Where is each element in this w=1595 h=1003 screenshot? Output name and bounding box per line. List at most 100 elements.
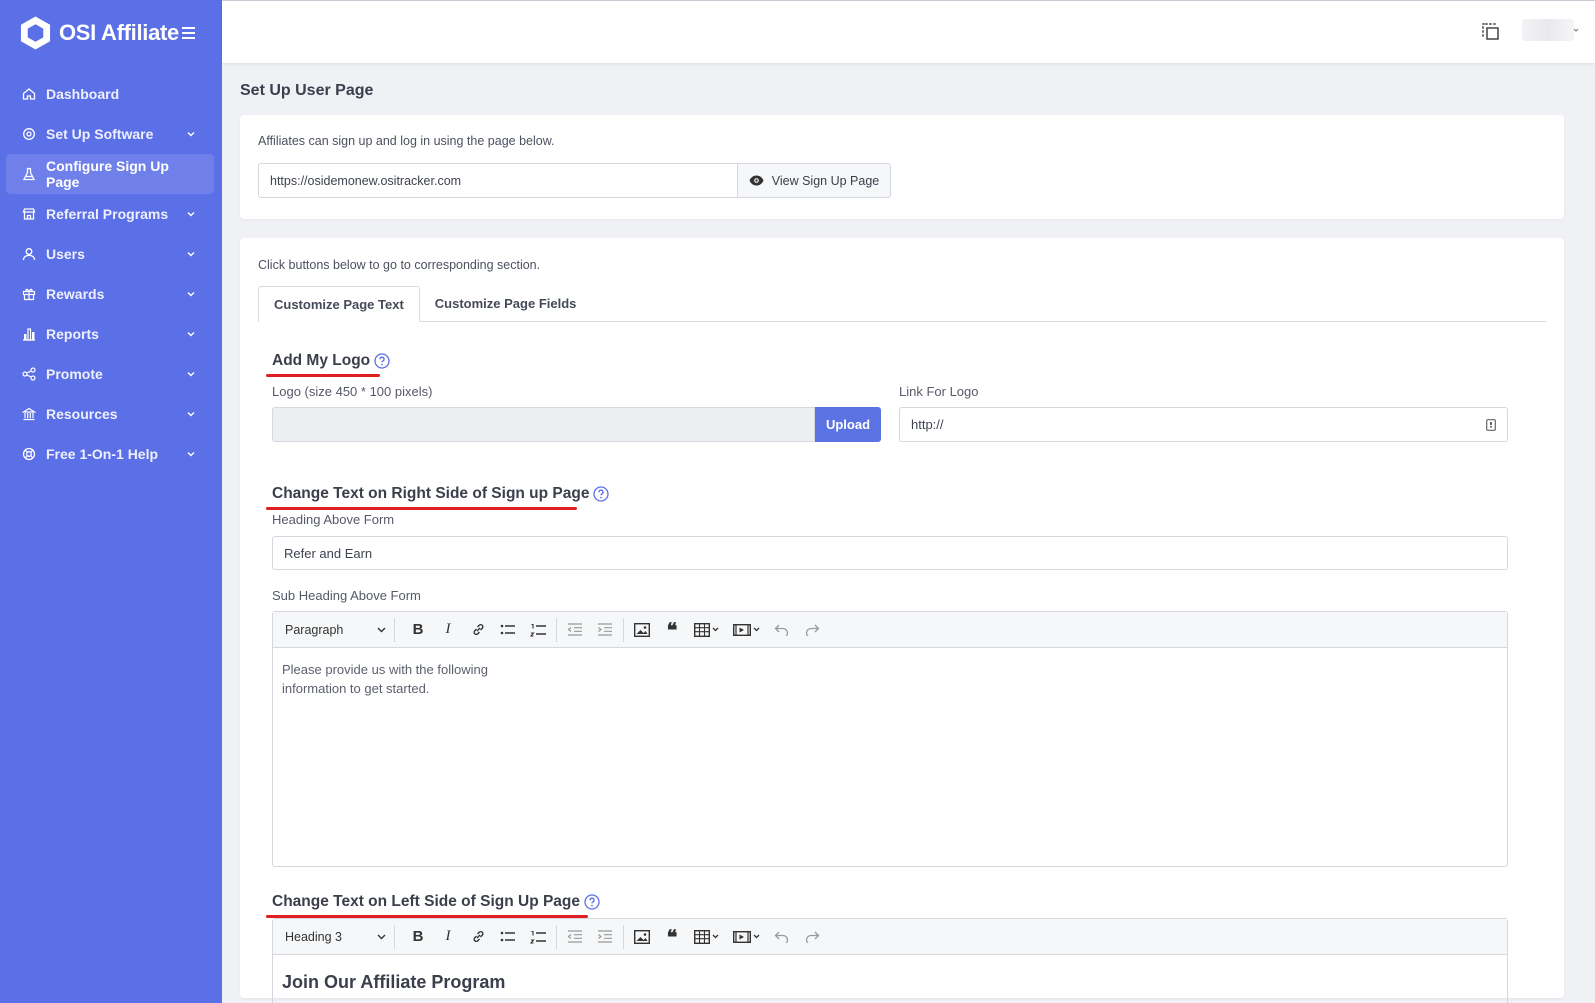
chevron-down-icon[interactable] — [1573, 27, 1579, 33]
table-icon[interactable] — [687, 617, 727, 643]
home-icon — [22, 88, 36, 100]
sidebar-item-label: Reports — [46, 326, 99, 342]
chevron-down-icon — [377, 934, 386, 939]
flask-icon — [22, 167, 36, 181]
brand-name: OSI Affiliate — [59, 20, 179, 45]
upload-button[interactable]: Upload — [815, 407, 881, 442]
help-circle-icon[interactable] — [374, 353, 390, 369]
bulleted-list-icon[interactable] — [493, 617, 523, 643]
sidebar-item-free-1-on-1-help[interactable]: Free 1-On-1 Help — [0, 434, 222, 474]
hamburger-menu-icon[interactable] — [181, 27, 195, 39]
redo-icon[interactable] — [797, 617, 827, 643]
image-icon[interactable] — [627, 617, 657, 643]
chevron-down-icon — [377, 627, 386, 632]
redo-icon[interactable] — [797, 924, 827, 950]
undo-icon[interactable] — [767, 617, 797, 643]
format-select[interactable]: Heading 3 — [285, 924, 395, 949]
numbered-list-icon[interactable] — [523, 617, 553, 643]
signup-url-card: Affiliates can sign up and log in using … — [240, 115, 1564, 219]
format-select-value: Paragraph — [285, 622, 344, 637]
media-embed-icon[interactable] — [727, 924, 767, 950]
link-for-logo-label: Link For Logo — [899, 384, 979, 399]
sidebar-item-reports[interactable]: Reports — [0, 314, 222, 354]
sidebar-item-label: Promote — [46, 366, 103, 382]
sidebar-item-rewards[interactable]: Rewards — [0, 274, 222, 314]
chevron-down-icon — [187, 452, 195, 457]
sidebar: OSI Affiliate Dashboard Set Up Software Co… — [0, 0, 222, 1003]
outdent-icon[interactable] — [560, 617, 590, 643]
osi-logo-icon — [20, 16, 51, 50]
share-icon — [22, 367, 36, 381]
table-icon[interactable] — [687, 924, 727, 950]
toolbar-separator — [623, 924, 624, 949]
heading-above-form-input[interactable]: Refer and Earn — [272, 536, 1508, 570]
red-underline — [266, 915, 588, 918]
media-embed-icon[interactable] — [727, 617, 767, 643]
view-signup-page-button[interactable]: View Sign Up Page — [738, 163, 891, 198]
help-circle-icon[interactable] — [593, 486, 610, 502]
chevron-down-icon — [187, 212, 195, 217]
format-select-value: Heading 3 — [285, 929, 342, 944]
sidebar-item-set-up-software[interactable]: Set Up Software — [0, 114, 222, 154]
italic-icon[interactable]: I — [433, 617, 463, 643]
tab-customize-page-fields[interactable]: Customize Page Fields — [420, 286, 592, 321]
main-content: Set Up User Page Affiliates can sign up … — [240, 63, 1564, 1003]
signup-hint: Affiliates can sign up and log in using … — [258, 134, 555, 148]
sidebar-item-label: Resources — [46, 406, 118, 422]
brand[interactable]: OSI Affiliate — [0, 0, 222, 66]
red-underline — [266, 507, 577, 510]
link-for-logo-input[interactable]: http:// — [899, 407, 1508, 442]
gift-icon — [22, 288, 36, 301]
blockquote-icon[interactable]: ❝ — [657, 617, 687, 643]
sidebar-item-resources[interactable]: Resources — [0, 394, 222, 434]
outdent-icon[interactable] — [560, 924, 590, 950]
logo-upload-group: Upload — [272, 407, 881, 442]
left-side-heading: Change Text on Left Side of Sign Up Page — [266, 893, 600, 918]
topbar — [222, 0, 1595, 63]
sidebar-item-label: Users — [46, 246, 85, 262]
sub-heading-editor: Paragraph B I ❝ Please provide us with t… — [272, 611, 1508, 867]
sidebar-item-dashboard[interactable]: Dashboard — [0, 74, 222, 114]
logo-file-input[interactable] — [272, 407, 815, 442]
help-circle-icon[interactable] — [584, 894, 600, 910]
undo-icon[interactable] — [767, 924, 797, 950]
sub-heading-editor-content[interactable]: Please provide us with the following inf… — [273, 648, 1507, 866]
sidebar-item-label: Referral Programs — [46, 206, 169, 222]
heading-above-form-label: Heading Above Form — [272, 512, 395, 527]
section-hint: Click buttons below to go to correspondi… — [258, 258, 541, 272]
left-side-editor: Heading 3 B I ❝ Join Our Affiliate Progr… — [272, 918, 1508, 1003]
eye-icon — [749, 175, 764, 186]
page-title: Set Up User Page — [240, 82, 374, 99]
image-icon[interactable] — [627, 924, 657, 950]
sub-heading-text: Please provide us with the following inf… — [282, 662, 488, 696]
sidebar-item-users[interactable]: Users — [0, 234, 222, 274]
format-select[interactable]: Paragraph — [285, 617, 395, 642]
chevron-down-icon — [187, 252, 195, 257]
bold-icon[interactable]: B — [403, 924, 433, 950]
signup-url-field[interactable]: https://osidemonew.ositracker.com — [258, 163, 738, 198]
sidebar-item-configure-sign-up-page[interactable]: Configure Sign Up Page — [6, 154, 214, 194]
autofill-icon[interactable] — [1486, 418, 1496, 431]
indent-icon[interactable] — [590, 617, 620, 643]
fullscreen-icon[interactable] — [1480, 21, 1502, 43]
bulleted-list-icon[interactable] — [493, 924, 523, 950]
bar-chart-icon — [23, 328, 35, 341]
sidebar-item-referral-programs[interactable]: Referral Programs — [0, 194, 222, 234]
bold-icon[interactable]: B — [403, 617, 433, 643]
chevron-down-icon — [187, 332, 195, 337]
sidebar-item-promote[interactable]: Promote — [0, 354, 222, 394]
link-icon[interactable] — [463, 617, 493, 643]
tab-customize-page-text[interactable]: Customize Page Text — [258, 286, 420, 322]
sidebar-item-label: Rewards — [46, 286, 105, 302]
left-side-title: Change Text on Left Side of Sign Up Page — [272, 893, 581, 910]
numbered-list-icon[interactable] — [523, 924, 553, 950]
chevron-down-icon — [187, 412, 195, 417]
blockquote-icon[interactable]: ❝ — [657, 924, 687, 950]
sidebar-item-label: Set Up Software — [46, 126, 154, 142]
left-side-editor-content[interactable]: Join Our Affiliate Program — [273, 955, 1507, 1003]
link-icon[interactable] — [463, 924, 493, 950]
user-icon — [22, 248, 36, 261]
user-avatar[interactable] — [1522, 19, 1574, 41]
indent-icon[interactable] — [590, 924, 620, 950]
italic-icon[interactable]: I — [433, 924, 463, 950]
